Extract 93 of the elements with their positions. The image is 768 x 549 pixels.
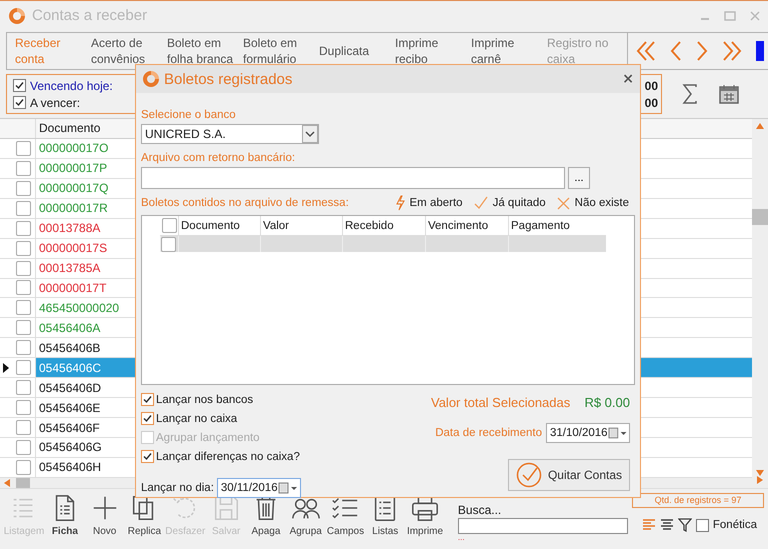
last-page-icon[interactable] [722,40,742,62]
window-title: Contas a receber [32,7,148,24]
checkbox[interactable] [16,440,31,455]
checkbox[interactable] [16,200,31,216]
field-label: Lançar no dia: [141,482,214,494]
field-label: Data de recebimento [435,427,542,439]
option-label: Lançar diferenças no caixa? [156,450,300,462]
tab[interactable]: Duplicata [311,33,387,69]
checkbox[interactable] [16,160,31,176]
checkbox[interactable] [16,180,31,196]
check-circle-icon [516,462,542,488]
lightning-icon [394,195,405,211]
field-label: Arquivo com retorno bancário: [141,152,296,164]
field-label: Selecione o banco [141,109,237,121]
checkbox[interactable] [16,460,31,475]
filter-label: A vencer: [30,96,80,110]
filter-value: 00 [644,78,658,92]
confirm-button[interactable]: Quitar Contas [508,459,630,491]
calendar-dropdown-icon[interactable] [278,482,298,494]
checkbox[interactable] [13,79,26,92]
filter-value: 00 [644,96,658,110]
search-label: Busca... [458,503,502,517]
color-indicator [756,41,764,61]
search-hint: ... [458,535,466,541]
checkbox[interactable] [696,518,709,532]
checkbox[interactable] [161,236,176,252]
filter-label: Vencendo hoje: [30,78,113,92]
scroll-left-icon[interactable] [4,478,10,487]
tab[interactable]: Imprime recibo [387,33,463,69]
close-icon[interactable] [750,10,760,20]
browse-button[interactable]: ... [568,167,590,189]
close-button[interactable]: × [622,71,634,87]
total-value: R$ 0.00 [584,395,630,410]
scroll-up-icon[interactable] [756,123,764,129]
toolbar-button[interactable]: Campos [326,493,364,537]
checkbox[interactable] [141,450,154,463]
tab[interactable]: Acerto de convênios [83,33,159,69]
app-logo-icon [8,6,26,24]
checkbox[interactable] [16,360,31,376]
toolbar-button[interactable]: Imprime [406,493,444,537]
first-page-icon[interactable] [636,40,656,62]
toolbar-button[interactable]: Ficha [46,493,84,537]
checkbox[interactable] [16,400,31,416]
option-label: Lançar no caixa [156,412,238,424]
checkbox[interactable] [16,320,31,336]
checkbox[interactable] [16,140,31,156]
scroll-thumb[interactable] [752,209,768,225]
checkbox[interactable] [16,240,31,256]
tab[interactable]: Boleto em folha branca [159,33,235,69]
option-label: Lançar nos bancos [156,394,254,406]
legend-label: Já quitado [492,197,546,209]
date-field[interactable]: 31/10/2016 [546,423,630,443]
checkbox[interactable] [141,393,154,406]
section-label: Boletos contidos no arquivo de remessa: [141,197,350,209]
toolbar-button[interactable]: Novo [86,493,124,537]
sum-icon[interactable] [682,84,698,104]
checkbox[interactable] [16,380,31,396]
checkbox[interactable] [141,412,154,425]
checkbox[interactable] [16,280,31,296]
checkbox[interactable] [16,260,31,276]
bank-dropdown[interactable]: UNICRED S.A. [141,124,319,144]
align-center-icon[interactable] [660,518,674,532]
previous-icon[interactable] [670,40,682,62]
calendar-icon[interactable] [718,83,740,105]
file-path-field[interactable] [141,167,565,189]
checkbox[interactable] [16,300,31,316]
checkbox[interactable] [16,220,31,236]
tab[interactable]: Boleto em formulário [235,33,311,69]
checkbox[interactable] [13,96,26,109]
search-field[interactable] [458,518,628,534]
scroll-down-icon[interactable] [756,470,764,476]
next-icon[interactable] [696,40,708,62]
total-label: Valor total Selecionadas [431,395,570,410]
calendar-dropdown-icon[interactable] [608,427,627,439]
maximize-icon[interactable] [724,10,736,20]
tab[interactable]: Imprime carnê [463,33,539,69]
option-label: Agrupar lançamento [156,432,260,444]
toolbar-button[interactable]: Replica [126,493,164,537]
date-field[interactable]: 30/11/2016 [216,478,301,498]
record-count: Qtd. de registros = 97 [632,493,764,508]
filter-icon[interactable] [678,518,692,532]
scroll-thumb[interactable] [16,478,30,488]
checkbox[interactable] [16,340,31,356]
cross-icon [556,196,570,210]
dialog-title: Boletos registrados [164,70,294,88]
check-icon [474,196,488,210]
scroll-right-icon[interactable] [757,476,763,484]
checkbox[interactable] [16,420,31,436]
dialog-logo-icon [142,70,160,88]
legend-label: Não existe [574,197,629,209]
checkbox[interactable] [162,218,177,233]
phonetic-label: Fonética [712,519,757,531]
legend-label: Em aberto [410,197,463,209]
